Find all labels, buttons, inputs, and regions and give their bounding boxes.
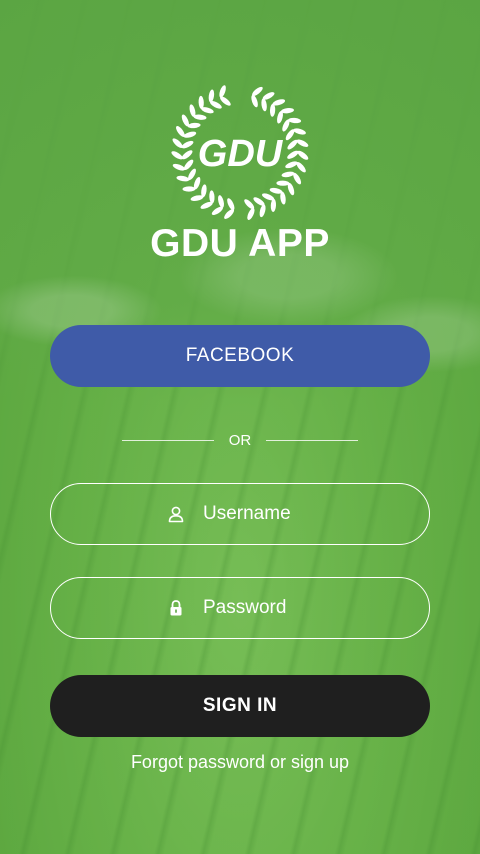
laurel-leaf (198, 95, 204, 109)
laurel-leaf (176, 175, 190, 182)
laurel-leaf (293, 128, 306, 135)
password-input[interactable] (203, 597, 313, 619)
user-icon (167, 505, 185, 523)
laurel-leaf (172, 163, 186, 171)
laurel-leaf (171, 151, 183, 160)
divider-line-right (266, 439, 358, 441)
logo-text: GDU (198, 133, 284, 175)
laurel-leaf (251, 94, 258, 108)
laurel-leaf (269, 103, 276, 117)
laurel-wreath-icon: GDU (171, 85, 309, 220)
laurel-leaf (288, 117, 302, 124)
username-input[interactable] (203, 503, 313, 525)
laurel-leaf (218, 195, 224, 208)
laurel-leaf (209, 190, 215, 204)
gdu-logo: GDU (170, 82, 310, 222)
facebook-login-button[interactable]: FACEBOOK (50, 325, 430, 387)
laurel-leaf (297, 150, 309, 160)
laurel-leaf (261, 98, 267, 112)
divider-label: OR (228, 431, 252, 449)
laurel-leaf (296, 162, 306, 173)
or-divider: OR (122, 430, 358, 450)
lock-icon (167, 599, 185, 617)
laurel-leaf (183, 131, 197, 138)
laurel-leaf (276, 180, 290, 186)
laurel-leaf (270, 198, 277, 212)
laurel-leaf (259, 204, 266, 218)
laurel-leaf (181, 140, 194, 149)
facebook-button-label: FACEBOOK (185, 345, 295, 366)
password-field[interactable] (50, 577, 430, 639)
laurel-leaf (296, 139, 309, 147)
laurel-leaf (219, 85, 226, 98)
login-screen: GDU GDU APP FACEBOOK OR SIGN IN (0, 0, 480, 854)
laurel-leaf (181, 150, 193, 160)
laurel-leaf (287, 150, 299, 159)
laurel-leaf (227, 198, 235, 211)
laurel-leaf (252, 86, 263, 96)
laurel-leaf (187, 122, 201, 129)
app-title: GDU APP (150, 222, 330, 265)
laurel-leaf (285, 161, 298, 169)
laurel-leaf (224, 209, 235, 219)
laurel-leaf (281, 171, 295, 178)
laurel-leaf (172, 138, 183, 149)
laurel-leaf (182, 186, 196, 192)
username-field[interactable] (50, 483, 430, 545)
laurel-leaf (208, 89, 215, 103)
sign-in-button[interactable]: SIGN IN (50, 675, 430, 737)
sign-in-button-label: SIGN IN (202, 695, 278, 716)
laurel-leaf (176, 126, 185, 137)
forgot-password-signup-link[interactable]: Forgot password or sign up (0, 752, 480, 773)
laurel-leaf (247, 208, 255, 220)
laurel-leaf (211, 206, 223, 216)
divider-line-left (122, 439, 214, 441)
